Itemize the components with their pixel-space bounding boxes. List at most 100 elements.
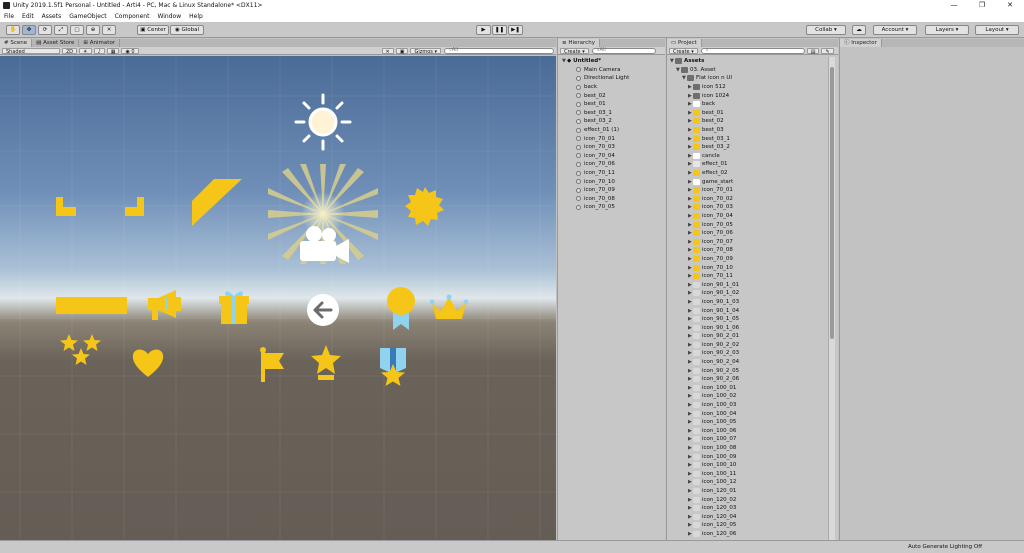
- project-asset-item[interactable]: ▶ icon_90_2_01: [670, 332, 828, 341]
- project-asset-item[interactable]: ▶ icon_100_07: [670, 435, 828, 444]
- hierarchy-item[interactable]: icon_70_06: [562, 160, 664, 169]
- megaphone-icon[interactable]: [146, 288, 184, 322]
- project-asset-item[interactable]: ▶ icon_100_05: [670, 418, 828, 427]
- sun-outline-icon[interactable]: [293, 92, 353, 152]
- project-scrollbar[interactable]: [828, 57, 835, 540]
- pivot-center-button[interactable]: ▣ Center: [137, 25, 169, 35]
- project-asset-item[interactable]: ▶ icon_90_1_02: [670, 289, 828, 298]
- hierarchy-item[interactable]: best_03_1: [562, 109, 664, 118]
- assets-root-item[interactable]: ▼ Assets: [670, 57, 828, 66]
- project-asset-item[interactable]: ▶ icon_70_06: [670, 229, 828, 238]
- project-folder-item[interactable]: ▶ icon 1024: [670, 91, 828, 100]
- tools-icon[interactable]: ✕: [381, 47, 394, 55]
- scale-tool-button[interactable]: ⤢: [54, 25, 68, 35]
- project-asset-item[interactable]: ▶ icon_100_04: [670, 409, 828, 418]
- tab-project[interactable]: ▭ Project: [667, 39, 702, 47]
- sun-badge-icon[interactable]: [404, 186, 446, 228]
- minimize-button[interactable]: —: [940, 0, 968, 11]
- gift-box-icon[interactable]: [217, 286, 251, 326]
- project-asset-item[interactable]: ▶ icon_70_07: [670, 237, 828, 246]
- 2d-toggle[interactable]: 2D: [62, 47, 78, 55]
- project-asset-item[interactable]: ▶ icon_90_2_06: [670, 375, 828, 384]
- project-asset-item[interactable]: ▶ icon_100_03: [670, 401, 828, 410]
- project-asset-item[interactable]: ▶ icon_100_10: [670, 461, 828, 470]
- camera-icon[interactable]: ▣: [395, 47, 409, 55]
- flag-icon[interactable]: [257, 346, 287, 384]
- project-asset-item[interactable]: ▶ icon_90_1_03: [670, 298, 828, 307]
- project-asset-item[interactable]: ▶ icon_70_01: [670, 186, 828, 195]
- maximize-button[interactable]: ❐: [968, 0, 996, 11]
- project-asset-item[interactable]: ▶ game_start: [670, 177, 828, 186]
- account-button[interactable]: Account ▾: [873, 25, 917, 35]
- star-trophy-icon[interactable]: [309, 343, 343, 383]
- project-asset-item[interactable]: ▶ icon_100_08: [670, 444, 828, 453]
- hierarchy-item[interactable]: Directional Light: [562, 74, 664, 83]
- project-asset-item[interactable]: ▶ icon_90_1_04: [670, 306, 828, 315]
- hierarchy-search-input[interactable]: ⌕ All: [591, 47, 656, 54]
- project-asset-item[interactable]: ▶ icon_90_1_06: [670, 323, 828, 332]
- back-arrow-icon[interactable]: [306, 293, 340, 327]
- effects-toggle-icon[interactable]: ▦: [106, 47, 120, 55]
- shading-dropdown[interactable]: Shaded: [2, 47, 60, 55]
- hierarchy-item[interactable]: effect_01 (1): [562, 126, 664, 135]
- project-asset-item[interactable]: ▶ effect_02: [670, 169, 828, 178]
- tab-asset-store[interactable]: ▤ Asset Store: [32, 39, 80, 47]
- project-asset-item[interactable]: ▶ icon_120_06: [670, 530, 828, 539]
- project-asset-item[interactable]: ▶ best_02: [670, 117, 828, 126]
- hierarchy-item[interactable]: icon_70_01: [562, 134, 664, 143]
- project-asset-item[interactable]: ▶ best_03_1: [670, 134, 828, 143]
- menu-component[interactable]: Component: [115, 13, 150, 20]
- project-asset-item[interactable]: ▶ cancle: [670, 152, 828, 161]
- medal-icon[interactable]: [384, 286, 418, 332]
- step-button[interactable]: ▶❚: [508, 25, 523, 35]
- scene-root-item[interactable]: ▼ ◆ Untitled*: [562, 57, 664, 66]
- hierarchy-item[interactable]: icon_70_09: [562, 186, 664, 195]
- title-bar-shape[interactable]: [55, 296, 129, 316]
- tab-hierarchy[interactable]: ≡ Hierarchy: [558, 39, 600, 47]
- project-scrollbar-thumb[interactable]: [830, 67, 834, 339]
- audio-toggle-icon[interactable]: ♪: [93, 47, 105, 55]
- hierarchy-item[interactable]: icon_70_10: [562, 177, 664, 186]
- project-asset-item[interactable]: ▶ icon_70_04: [670, 212, 828, 221]
- hierarchy-item[interactable]: icon_70_11: [562, 169, 664, 178]
- menu-assets[interactable]: Assets: [42, 13, 62, 20]
- project-asset-item[interactable]: ▶ effect_01: [670, 160, 828, 169]
- project-asset-item[interactable]: ▶ icon_100_01: [670, 384, 828, 393]
- project-asset-item[interactable]: ▶ icon_70_09: [670, 255, 828, 264]
- project-asset-item[interactable]: ▶ icon_70_11: [670, 272, 828, 281]
- rotate-tool-button[interactable]: ⟳: [38, 25, 52, 35]
- menu-window[interactable]: Window: [157, 13, 181, 20]
- bracket-left-icon[interactable]: [53, 197, 79, 217]
- hierarchy-item[interactable]: best_02: [562, 91, 664, 100]
- lighting-toggle-icon[interactable]: ☀: [79, 47, 92, 55]
- rect-tool-button[interactable]: ▢: [70, 25, 84, 35]
- collab-button[interactable]: Collab ▾: [806, 25, 846, 35]
- asset-folder-item[interactable]: ▼ 03. Asset: [670, 66, 828, 75]
- pause-button[interactable]: ❚❚: [492, 25, 507, 35]
- project-asset-item[interactable]: ▶ icon_120_03: [670, 504, 828, 513]
- visibility-count[interactable]: ◉ 0: [121, 47, 139, 55]
- ribbon-corner-icon[interactable]: [190, 177, 244, 227]
- tab-scene[interactable]: # Scene: [0, 39, 33, 47]
- tab-animator[interactable]: ⊞ Animator: [79, 39, 121, 47]
- tab-inspector[interactable]: ⓘ Inspector: [840, 39, 882, 47]
- hierarchy-item[interactable]: icon_70_03: [562, 143, 664, 152]
- project-asset-item[interactable]: ▶ icon_90_2_03: [670, 349, 828, 358]
- layers-button[interactable]: Layers ▾: [925, 25, 969, 35]
- filter-type-icon[interactable]: ▤: [806, 47, 820, 55]
- project-asset-item[interactable]: ▶ icon_90_1_05: [670, 315, 828, 324]
- project-asset-item[interactable]: ▶ icon_100_06: [670, 427, 828, 436]
- project-asset-item[interactable]: ▶ icon_100_02: [670, 392, 828, 401]
- bracket-right-icon[interactable]: [123, 197, 149, 217]
- three-stars-icon[interactable]: [58, 332, 104, 368]
- project-asset-item[interactable]: ▶ icon_70_02: [670, 195, 828, 204]
- hierarchy-item[interactable]: best_01: [562, 100, 664, 109]
- filter-label-icon[interactable]: ✎: [821, 47, 834, 55]
- menu-file[interactable]: File: [4, 13, 14, 20]
- project-asset-item[interactable]: ▶ icon_120_05: [670, 521, 828, 530]
- hierarchy-item[interactable]: icon_70_04: [562, 152, 664, 161]
- hierarchy-item[interactable]: Main Camera: [562, 66, 664, 75]
- menu-gameobject[interactable]: GameObject: [69, 13, 106, 20]
- movie-camera-icon[interactable]: [296, 224, 352, 266]
- project-asset-item[interactable]: ▶ best_01: [670, 109, 828, 118]
